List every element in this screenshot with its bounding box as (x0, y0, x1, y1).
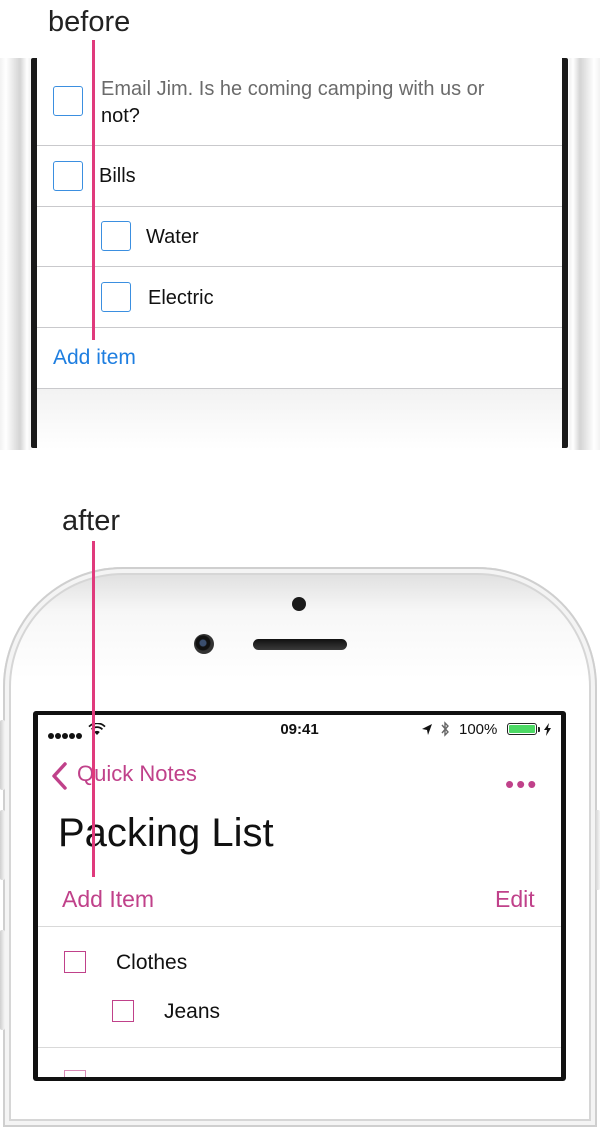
item-text: Bills (99, 165, 136, 187)
earpiece-speaker (253, 639, 347, 650)
front-camera-icon (194, 634, 214, 654)
checkbox[interactable] (64, 1070, 86, 1077)
page-title: Packing List (58, 811, 274, 855)
side-button (0, 810, 5, 880)
chevron-left-icon (52, 762, 67, 790)
alignment-guide-line-before (92, 40, 95, 340)
before-screen: Email Jim. Is he coming camping with us … (37, 58, 562, 450)
side-button (0, 720, 5, 790)
ellipsis-icon[interactable]: ••• (505, 769, 538, 800)
after-screen: 09:41 100% Quick Notes ••• Packing List … (38, 715, 561, 1077)
checkbox[interactable] (53, 161, 83, 191)
side-button (595, 810, 600, 890)
after-label: after (62, 505, 121, 537)
item-text: Email Jim. Is he coming camping with us … (101, 78, 485, 100)
battery-icon (507, 723, 540, 735)
divider (38, 1047, 561, 1048)
add-item-button[interactable]: Add Item (62, 886, 154, 913)
before-list-item-water: Water (37, 207, 562, 267)
before-add-item-row: Add item (37, 328, 562, 389)
list-item-jeans: Jeans (38, 977, 561, 1045)
edit-button[interactable]: Edit (495, 886, 535, 913)
proximity-sensor (292, 597, 306, 611)
item-text: Water (146, 226, 199, 248)
before-list-item-bills: Bills (37, 146, 562, 207)
before-list-item-email: Email Jim. Is he coming camping with us … (37, 58, 562, 146)
item-text: Jeans (164, 1000, 221, 1023)
checkbox[interactable] (112, 1000, 134, 1022)
side-button (0, 930, 5, 1030)
charging-bolt-icon (544, 723, 551, 736)
item-text: Clothes (116, 951, 188, 974)
status-bar: 09:41 100% (38, 715, 561, 745)
checkbox[interactable] (101, 282, 131, 312)
checkbox[interactable] (53, 86, 83, 116)
before-screen-bottom (37, 388, 562, 450)
location-arrow-icon (422, 724, 432, 735)
item-text: Electric (148, 287, 214, 309)
battery-percent: 100% (459, 721, 498, 738)
alignment-guide-line-after (92, 541, 95, 877)
checkbox[interactable] (64, 951, 86, 973)
before-list-item-electric: Electric (37, 267, 562, 328)
bluetooth-icon (441, 721, 449, 737)
list-item-clothes: Clothes (38, 927, 561, 975)
checkbox[interactable] (101, 221, 131, 251)
add-item-link[interactable]: Add item (53, 346, 136, 370)
item-text-continued: not? (101, 105, 140, 127)
before-label: before (48, 6, 131, 38)
